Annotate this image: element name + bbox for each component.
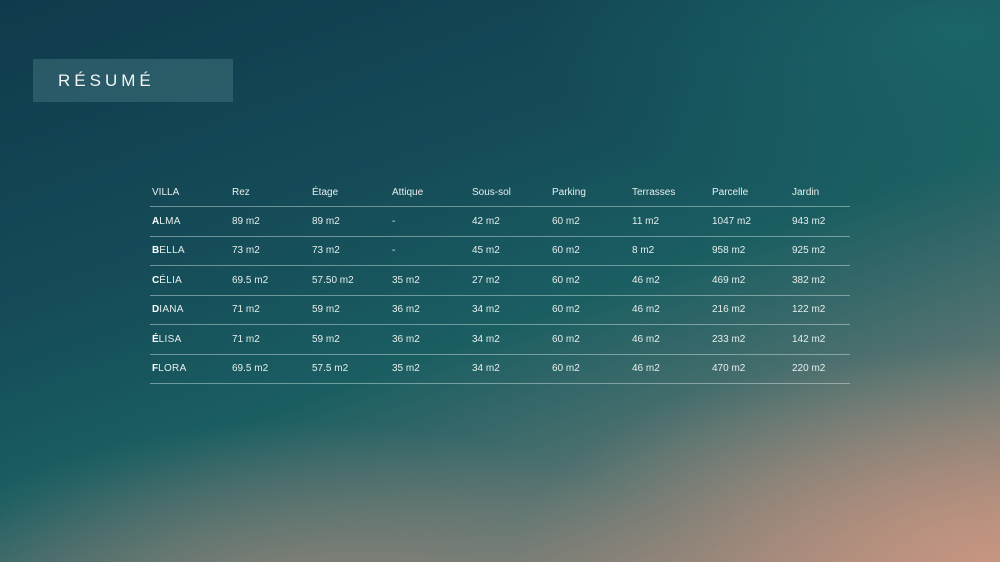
villa-name-cell: ALMA bbox=[150, 216, 230, 227]
cell-parking: 60 m2 bbox=[552, 245, 580, 257]
cell-rez: 69.5 m2 bbox=[232, 363, 269, 375]
cell-jardin: 142 m2 bbox=[792, 333, 826, 345]
cell-parking: 60 m2 bbox=[552, 215, 580, 227]
cell-sous-sol: 34 m2 bbox=[472, 363, 500, 375]
cell-rez: 69.5 m2 bbox=[232, 274, 269, 286]
table-row: ALMA 89 m2 89 m2-42 m2 60 m2 11 m2 1047 m2 943… bbox=[150, 207, 850, 237]
cell-parcelle: 469 m2 bbox=[712, 274, 746, 286]
cell-attique: 35 m2 bbox=[392, 363, 420, 375]
table-row: BELLA 73 m2 73 m2-45 m2 60 m2 8 m2 958 m2 925 … bbox=[150, 237, 850, 266]
header-attique: Attique bbox=[392, 186, 424, 198]
villa-name-rest: LORA bbox=[158, 363, 187, 375]
summary-table: VILLA Rez Étage Attique Sous-sol Parking… bbox=[150, 178, 850, 384]
cell-rez: 89 m2 bbox=[232, 215, 260, 227]
cell-attique: 36 m2 bbox=[392, 333, 420, 345]
cell-jardin: 122 m2 bbox=[792, 304, 826, 316]
cell-etage: 57.50 m2 bbox=[312, 274, 354, 286]
cell-sous-sol: 34 m2 bbox=[472, 304, 500, 316]
cell-terrasses: 46 m2 bbox=[632, 304, 660, 316]
cell-rez: 73 m2 bbox=[232, 245, 260, 257]
cell-sous-sol: 45 m2 bbox=[472, 245, 500, 257]
table-row: ÉLISA 71 m2 59 m2 36 m2 34 m2 60 m2 46 m2 233 m… bbox=[150, 325, 850, 355]
villa-name-rest: ELLA bbox=[159, 245, 185, 257]
header-villa: VILLA bbox=[152, 186, 180, 198]
header-parcelle: Parcelle bbox=[712, 186, 749, 198]
cell-jardin: 943 m2 bbox=[792, 215, 826, 227]
cell-etage: 59 m2 bbox=[312, 333, 340, 345]
cell-attique: 36 m2 bbox=[392, 304, 420, 316]
table-header-row: VILLA Rez Étage Attique Sous-sol Parking… bbox=[150, 178, 850, 207]
page-title: RÉSUMÉ bbox=[58, 70, 155, 90]
cell-terrasses: 8 m2 bbox=[632, 245, 655, 257]
cell-attique: 35 m2 bbox=[392, 274, 420, 286]
cell-jardin: 220 m2 bbox=[792, 363, 826, 375]
villa-name-rest: LISA bbox=[158, 333, 182, 345]
cell-terrasses: 46 m2 bbox=[632, 333, 660, 345]
villa-name-cell: DIANA bbox=[150, 304, 230, 315]
table-row: CÉLIA 69.5 m2 57.50 m2 35 m2 27 m2 60 m2 46 m2… bbox=[150, 266, 850, 296]
cell-jardin: 925 m2 bbox=[792, 245, 826, 257]
cell-terrasses: 46 m2 bbox=[632, 363, 660, 375]
table-body: ALMA 89 m2 89 m2-42 m2 60 m2 11 m2 1047 m2 943… bbox=[150, 207, 850, 384]
cell-parcelle: 1047 m2 bbox=[712, 215, 751, 227]
cell-parcelle: 470 m2 bbox=[712, 363, 746, 375]
cell-parking: 60 m2 bbox=[552, 363, 580, 375]
cell-sous-sol: 42 m2 bbox=[472, 215, 500, 227]
cell-parking: 60 m2 bbox=[552, 333, 580, 345]
cell-attique: - bbox=[392, 215, 396, 227]
cell-rez: 71 m2 bbox=[232, 333, 260, 345]
cell-terrasses: 11 m2 bbox=[632, 215, 660, 227]
header-etage: Étage bbox=[312, 186, 339, 198]
villa-name-cell: BELLA bbox=[150, 245, 230, 256]
cell-etage: 59 m2 bbox=[312, 304, 340, 316]
cell-parking: 60 m2 bbox=[552, 304, 580, 316]
table-row: DIANA 71 m2 59 m2 36 m2 34 m2 60 m2 46 m2 216 m… bbox=[150, 296, 850, 325]
cell-parking: 60 m2 bbox=[552, 274, 580, 286]
cell-parcelle: 233 m2 bbox=[712, 333, 746, 345]
cell-jardin: 382 m2 bbox=[792, 274, 826, 286]
table-row: FLORA 69.5 m2 57.5 m2 35 m2 34 m2 60 m2 46 m2 4… bbox=[150, 355, 850, 384]
header-terrasses: Terrasses bbox=[632, 186, 676, 198]
cell-parcelle: 216 m2 bbox=[712, 304, 746, 316]
villa-initial: É bbox=[152, 333, 159, 345]
villa-name-cell: ÉLISA bbox=[150, 334, 230, 345]
header-parking: Parking bbox=[552, 186, 586, 198]
cell-terrasses: 46 m2 bbox=[632, 274, 660, 286]
header-rez: Rez bbox=[232, 186, 250, 198]
cell-etage: 57.5 m2 bbox=[312, 363, 349, 375]
cell-etage: 89 m2 bbox=[312, 215, 340, 227]
villa-name-cell: FLORA bbox=[150, 363, 230, 374]
villa-name-cell: CÉLIA bbox=[150, 275, 230, 286]
cell-parcelle: 958 m2 bbox=[712, 245, 746, 257]
cell-rez: 71 m2 bbox=[232, 304, 260, 316]
cell-attique: - bbox=[392, 245, 396, 257]
villa-name-rest: LMA bbox=[159, 215, 181, 227]
cell-sous-sol: 34 m2 bbox=[472, 333, 500, 345]
villa-name-rest: ÉLIA bbox=[159, 274, 183, 286]
title-banner: RÉSUMÉ bbox=[33, 59, 233, 102]
header-sous-sol: Sous-sol bbox=[472, 186, 511, 198]
header-jardin: Jardin bbox=[792, 186, 820, 198]
villa-name-rest: IANA bbox=[159, 304, 184, 316]
cell-sous-sol: 27 m2 bbox=[472, 274, 500, 286]
cell-etage: 73 m2 bbox=[312, 245, 340, 257]
